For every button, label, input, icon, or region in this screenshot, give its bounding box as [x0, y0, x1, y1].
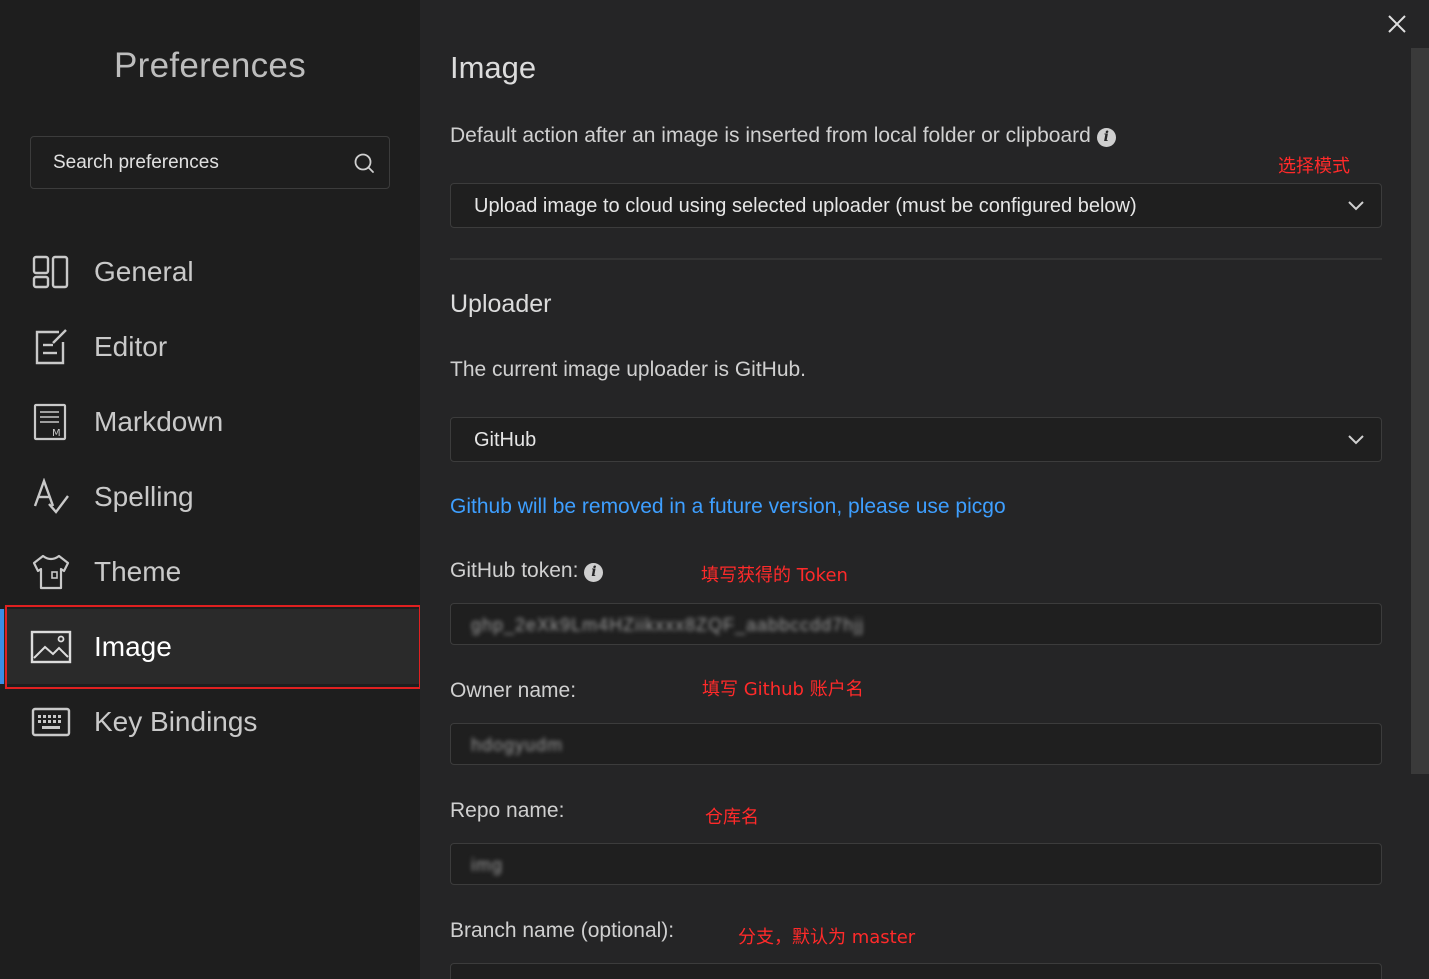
sidebar-item-spelling[interactable]: Spelling: [0, 459, 420, 534]
annotation-select-mode: 选择模式: [1278, 156, 1350, 177]
annotation-branch: 分支，默认为 master: [738, 927, 916, 948]
info-icon[interactable]: i: [1096, 128, 1116, 147]
sidebar: Preferences General: [0, 0, 420, 979]
section-divider: [450, 258, 1382, 260]
scrollbar[interactable]: [1411, 48, 1429, 774]
uploader-select[interactable]: GitHub: [450, 417, 1382, 462]
owner-field[interactable]: hdogyudm: [450, 723, 1382, 765]
default-action-value: Upload image to cloud using selected upl…: [474, 195, 1137, 217]
sidebar-item-key-bindings[interactable]: Key Bindings: [0, 684, 420, 759]
uploader-heading: Uploader: [450, 290, 552, 318]
owner-label: Owner name:: [450, 679, 577, 702]
token-field[interactable]: ghp_2eXk9Lm4HZiikxxx8ZQF_aabbccdd7hjj: [450, 603, 1382, 645]
theme-icon: [30, 551, 72, 593]
sidebar-item-editor[interactable]: Editor: [0, 309, 420, 384]
branch-field[interactable]: [450, 963, 1382, 979]
sidebar-item-markdown[interactable]: M Markdown: [0, 384, 420, 459]
sidebar-title: Preferences: [113, 46, 306, 85]
annotation-repo: 仓库名: [705, 807, 759, 828]
svg-text:M: M: [52, 428, 61, 439]
sidebar-item-image[interactable]: Image: [0, 609, 420, 684]
sidebar-item-label: Image: [94, 630, 172, 662]
keyboard-icon: [30, 701, 72, 743]
owner-value: hdogyudm: [471, 735, 564, 755]
deprecation-link[interactable]: Github will be removed in a future versi…: [450, 495, 1006, 519]
branch-label: Branch name (optional):: [450, 919, 675, 942]
repo-field[interactable]: img: [450, 843, 1382, 885]
repo-label: Repo name:: [450, 799, 565, 822]
chevron-down-icon: [1348, 201, 1364, 211]
default-action-select[interactable]: Upload image to cloud using selected upl…: [450, 183, 1382, 228]
token-value: ghp_2eXk9Lm4HZiikxxx8ZQF_aabbccdd7hjj: [471, 615, 865, 635]
search-input[interactable]: [53, 137, 353, 188]
main-panel: Image Default action after an image is i…: [420, 0, 1429, 979]
default-action-label-text: Default action after an image is inserte…: [450, 124, 1091, 147]
sidebar-item-label: Editor: [94, 330, 168, 362]
chevron-down-icon: [1348, 435, 1364, 445]
general-icon: [30, 251, 72, 293]
markdown-icon: M: [30, 401, 72, 443]
page-title: Image: [450, 50, 537, 85]
sidebar-item-label: Key Bindings: [94, 705, 258, 737]
sidebar-item-label: Markdown: [94, 405, 224, 437]
spelling-icon: [30, 476, 72, 518]
token-label-text: GitHub token:: [450, 559, 579, 582]
uploader-status: The current image uploader is GitHub.: [450, 358, 807, 381]
uploader-value: GitHub: [474, 429, 537, 451]
sidebar-nav: General Editor M Markdown Spelling Theme…: [0, 234, 420, 759]
sidebar-item-label: Spelling: [94, 480, 194, 512]
annotation-fill-token: 填写获得的 Token: [701, 565, 848, 586]
sidebar-item-label: General: [94, 255, 194, 287]
image-icon: [30, 626, 72, 668]
info-icon[interactable]: i: [584, 563, 604, 582]
sidebar-item-label: Theme: [94, 555, 182, 587]
sidebar-item-theme[interactable]: Theme: [0, 534, 420, 609]
annotation-fill-owner: 填写 Github 账户名: [702, 679, 864, 700]
repo-value: img: [471, 855, 504, 875]
search-box[interactable]: [30, 136, 390, 189]
sidebar-item-general[interactable]: General: [0, 234, 420, 309]
editor-icon: [30, 326, 72, 368]
default-action-label: Default action after an image is inserte…: [450, 124, 1116, 148]
close-icon[interactable]: [1385, 12, 1409, 36]
search-icon[interactable]: [353, 152, 375, 174]
token-label: GitHub token: i: [450, 559, 604, 583]
